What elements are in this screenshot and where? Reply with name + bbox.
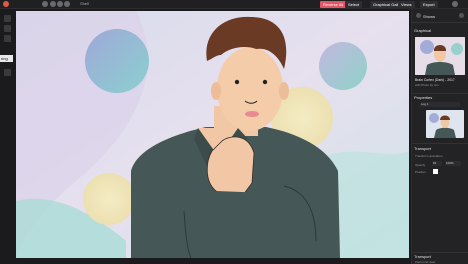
panel-title[interactable]: Shows xyxy=(423,13,435,20)
history-icon[interactable] xyxy=(57,1,63,7)
divider xyxy=(412,143,468,144)
purple-blob xyxy=(319,42,367,90)
top-toolbar: Shell Reverse All Select Graphical Galle… xyxy=(0,0,468,9)
position-label: Position xyxy=(415,170,426,174)
layer-thumbnail[interactable] xyxy=(426,110,464,138)
select-menu-button[interactable]: Select xyxy=(345,1,363,8)
select-tool-icon[interactable] xyxy=(4,25,11,32)
redo-icon[interactable] xyxy=(50,1,56,7)
bottom-section-title: Transport xyxy=(414,254,431,259)
opacity-input[interactable]: 91 xyxy=(432,161,442,166)
blue-circle xyxy=(85,29,149,93)
info-icon[interactable] xyxy=(64,1,70,7)
panel-menu-icon[interactable] xyxy=(416,13,421,18)
mouth xyxy=(245,111,259,117)
color-swatch[interactable] xyxy=(433,169,438,174)
opacity-value: 91 xyxy=(433,161,437,165)
eye-right xyxy=(262,79,268,85)
preview-title: Brain Cortex (Dark) - 2017 xyxy=(415,78,455,82)
move-tool-icon[interactable] xyxy=(4,15,11,22)
document-title: Shell xyxy=(80,1,89,6)
views-button[interactable]: Views xyxy=(398,1,415,8)
transform-subtitle: Transform animation xyxy=(415,154,443,158)
right-panel: Shows Graphical Brain Cortex (Dark) - 20… xyxy=(411,9,468,264)
preview-thumbnail[interactable] xyxy=(415,37,465,75)
face xyxy=(217,47,283,131)
layer-select[interactable]: Log 1 xyxy=(420,102,460,107)
image-canvas[interactable] xyxy=(16,11,409,258)
divider xyxy=(412,22,468,23)
panel-close-icon[interactable] xyxy=(459,13,464,18)
shape-tool-icon[interactable] xyxy=(4,69,11,76)
arm xyxy=(212,191,272,258)
preview-subtitle: with Photo by Jon xyxy=(415,83,439,87)
transform-title: Transport xyxy=(414,146,431,151)
graphical-section-title: Graphical xyxy=(414,28,432,33)
illustration xyxy=(16,11,409,258)
size-input[interactable]: 100% xyxy=(445,161,461,166)
bottom-section-subtitle: Zoom into view xyxy=(415,260,436,264)
ear-left xyxy=(211,82,221,100)
undo-icon[interactable] xyxy=(42,1,48,7)
properties-title: Properties xyxy=(414,95,433,100)
reverse-all-button[interactable]: Reverse All xyxy=(320,1,347,8)
eye-left xyxy=(234,79,240,85)
left-toolbar: ring xyxy=(0,9,16,264)
brush-tool-icon[interactable] xyxy=(4,35,11,42)
opacity-label: Opacity xyxy=(415,163,426,167)
account-icon[interactable] xyxy=(452,1,458,7)
cream-circle-left xyxy=(83,173,135,225)
preview-image xyxy=(415,37,465,75)
layer-image xyxy=(426,110,464,138)
size-value: 100% xyxy=(446,161,454,165)
tool-tooltip: ring xyxy=(0,55,13,62)
export-button[interactable]: Export xyxy=(420,1,438,8)
layer-name: Log 1 xyxy=(421,102,429,106)
ear-right xyxy=(279,82,289,100)
close-window-icon[interactable] xyxy=(3,1,9,7)
